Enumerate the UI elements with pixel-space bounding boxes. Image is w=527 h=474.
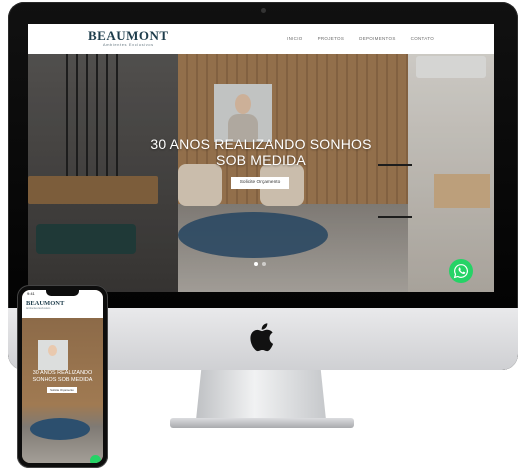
- imac-stand: [196, 370, 326, 420]
- desktop-screen: BEAUMONT Ambientes Exclusivos INICIO PRO…: [28, 24, 494, 292]
- brand-name: BEAUMONT: [88, 28, 169, 43]
- mobile-request-quote-button[interactable]: Solicite Orçamento: [47, 387, 77, 393]
- mobile-site-header: BEAUMONT Ambientes Exclusivos: [22, 298, 103, 318]
- mobile-hero: 30 ANOS REALIZANDO SONHOS SOB MEDIDA Sol…: [22, 318, 103, 463]
- hero-slider: 30 ANOS REALIZANDO SONHOS SOB MEDIDA Sol…: [28, 54, 494, 292]
- mobile-round-rug: [30, 418, 90, 440]
- camera-icon: [261, 8, 266, 13]
- mobile-portrait-artwork: [38, 340, 68, 370]
- mobile-brand-logo[interactable]: BEAUMONT Ambientes Exclusivos: [26, 300, 64, 311]
- apple-logo-icon: [250, 323, 274, 352]
- phone-screen: 9:41 BEAUMONT Ambientes Exclusivos 30 AN…: [22, 290, 103, 463]
- nav-item-contato[interactable]: CONTATO: [411, 36, 434, 41]
- request-quote-button[interactable]: Solicite Orçamento: [231, 177, 289, 189]
- hero-title: 30 ANOS REALIZANDO SONHOS SOB MEDIDA: [150, 136, 372, 168]
- brand-logo[interactable]: BEAUMONT Ambientes Exclusivos: [88, 29, 169, 48]
- site-header: BEAUMONT Ambientes Exclusivos INICIO PRO…: [28, 24, 494, 54]
- nav-item-projetos[interactable]: PROJETOS: [318, 36, 345, 41]
- nav-item-inicio[interactable]: INICIO: [287, 36, 303, 41]
- slider-dots: [254, 262, 266, 266]
- mobile-brand-tagline: Ambientes Exclusivos: [26, 307, 51, 310]
- whatsapp-icon: [453, 264, 468, 279]
- mobile-whatsapp-icon[interactable]: [90, 455, 101, 463]
- slider-dot-1[interactable]: [254, 262, 258, 266]
- nav-item-depoimentos[interactable]: DEPOIMENTOS: [359, 36, 395, 41]
- status-time: 9:41: [27, 291, 35, 296]
- slider-dot-2[interactable]: [262, 262, 266, 266]
- whatsapp-button[interactable]: [449, 259, 473, 283]
- mobile-hero-title: 30 ANOS REALIZANDO SONHOS SOB MEDIDA: [32, 370, 93, 383]
- phone-notch: [46, 290, 79, 296]
- imac-base: [170, 418, 354, 428]
- main-nav: INICIO PROJETOS DEPOIMENTOS CONTATO: [287, 36, 434, 41]
- mobile-brand-name: BEAUMONT: [26, 300, 65, 307]
